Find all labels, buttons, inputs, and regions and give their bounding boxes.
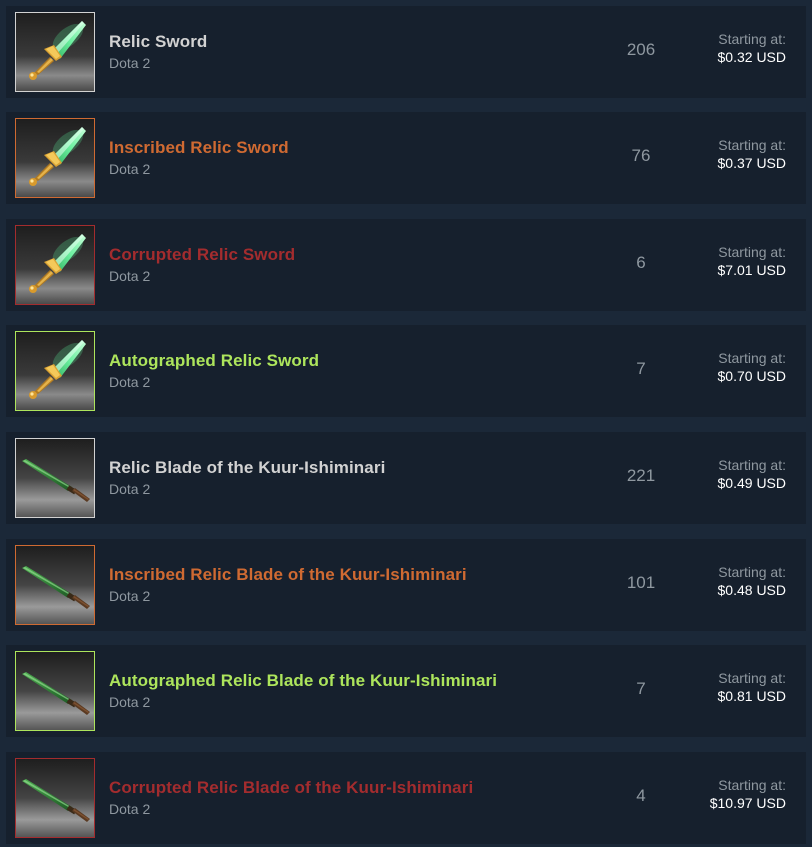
item-name[interactable]: Relic Sword — [109, 32, 207, 52]
relic-blade-icon — [15, 758, 95, 838]
price-block: Starting at: $0.70 USD — [718, 349, 786, 385]
game-name: Dota 2 — [109, 801, 151, 817]
relic-sword-icon — [15, 12, 95, 92]
price-block: Starting at: $0.37 USD — [718, 136, 786, 172]
relic-blade-icon — [15, 651, 95, 731]
game-name: Dota 2 — [109, 55, 151, 71]
item-name[interactable]: Relic Blade of the Kuur-Ishiminari — [109, 458, 385, 478]
starting-price: $0.37 USD — [717, 155, 786, 171]
listing-row[interactable]: Relic Blade of the Kuur-Ishiminari Dota 2… — [6, 432, 806, 524]
relic-sword-icon — [15, 331, 95, 411]
starting-at-label: Starting at: — [718, 457, 786, 473]
listing-row[interactable]: Corrupted Relic Blade of the Kuur-Ishimi… — [6, 752, 806, 844]
starting-at-label: Starting at: — [718, 777, 786, 793]
listing-quantity: 7 — [636, 679, 646, 698]
starting-price: $0.48 USD — [717, 582, 786, 598]
listing-row[interactable]: Inscribed Relic Blade of the Kuur-Ishimi… — [6, 539, 806, 631]
price-block: Starting at: $0.49 USD — [718, 456, 786, 492]
game-name: Dota 2 — [109, 161, 151, 177]
market-listing: Relic Sword Dota 2 206 Starting at: $0.32 US… — [0, 0, 812, 847]
item-name[interactable]: Inscribed Relic Sword — [109, 138, 289, 158]
game-name: Dota 2 — [109, 374, 151, 390]
price-block: Starting at: $0.32 USD — [718, 30, 786, 66]
listing-row[interactable]: Relic Sword Dota 2 206 Starting at: $0.32 US… — [6, 6, 806, 98]
starting-price: $0.32 USD — [717, 49, 786, 65]
listing-row[interactable]: Corrupted Relic Sword Dota 2 6 Starting at:… — [6, 219, 806, 311]
game-name: Dota 2 — [109, 268, 151, 284]
game-name: Dota 2 — [109, 481, 151, 497]
starting-price: $0.81 USD — [717, 688, 786, 704]
listing-row[interactable]: Autographed Relic Blade of the Kuur-Ishi… — [6, 645, 806, 737]
starting-at-label: Starting at: — [718, 564, 786, 580]
starting-price: $10.97 USD — [709, 795, 786, 811]
relic-sword-icon — [15, 118, 95, 198]
relic-blade-icon — [15, 545, 95, 625]
starting-at-label: Starting at: — [718, 31, 786, 47]
relic-blade-icon — [15, 438, 95, 518]
listing-quantity: 206 — [626, 40, 656, 59]
price-block: Starting at: $0.48 USD — [718, 563, 786, 599]
listing-quantity: 7 — [636, 359, 646, 378]
price-block: Starting at: $10.97 USD — [710, 776, 786, 812]
game-name: Dota 2 — [109, 694, 151, 710]
price-block: Starting at: $7.01 USD — [718, 243, 786, 279]
starting-at-label: Starting at: — [718, 244, 786, 260]
item-name[interactable]: Autographed Relic Blade of the Kuur-Ishi… — [109, 671, 497, 691]
starting-at-label: Starting at: — [718, 137, 786, 153]
listing-quantity: 6 — [636, 253, 646, 272]
listing-quantity: 4 — [636, 786, 646, 805]
listing-quantity: 221 — [626, 466, 656, 485]
listing-row[interactable]: Inscribed Relic Sword Dota 2 76 Starting at… — [6, 112, 806, 204]
listing-quantity: 101 — [626, 573, 656, 592]
starting-price: $0.70 USD — [717, 368, 786, 384]
starting-at-label: Starting at: — [718, 350, 786, 366]
item-name[interactable]: Corrupted Relic Blade of the Kuur-Ishimi… — [109, 778, 473, 798]
relic-sword-icon — [15, 225, 95, 305]
starting-price: $7.01 USD — [717, 262, 786, 278]
listing-row[interactable]: Autographed Relic Sword Dota 2 7 Starting a… — [6, 325, 806, 417]
item-name[interactable]: Inscribed Relic Blade of the Kuur-Ishimi… — [109, 565, 467, 585]
listing-quantity: 76 — [631, 146, 651, 165]
item-name[interactable]: Autographed Relic Sword — [109, 351, 319, 371]
game-name: Dota 2 — [109, 588, 151, 604]
item-name[interactable]: Corrupted Relic Sword — [109, 245, 295, 265]
starting-at-label: Starting at: — [718, 670, 786, 686]
price-block: Starting at: $0.81 USD — [718, 669, 786, 705]
starting-price: $0.49 USD — [717, 475, 786, 491]
